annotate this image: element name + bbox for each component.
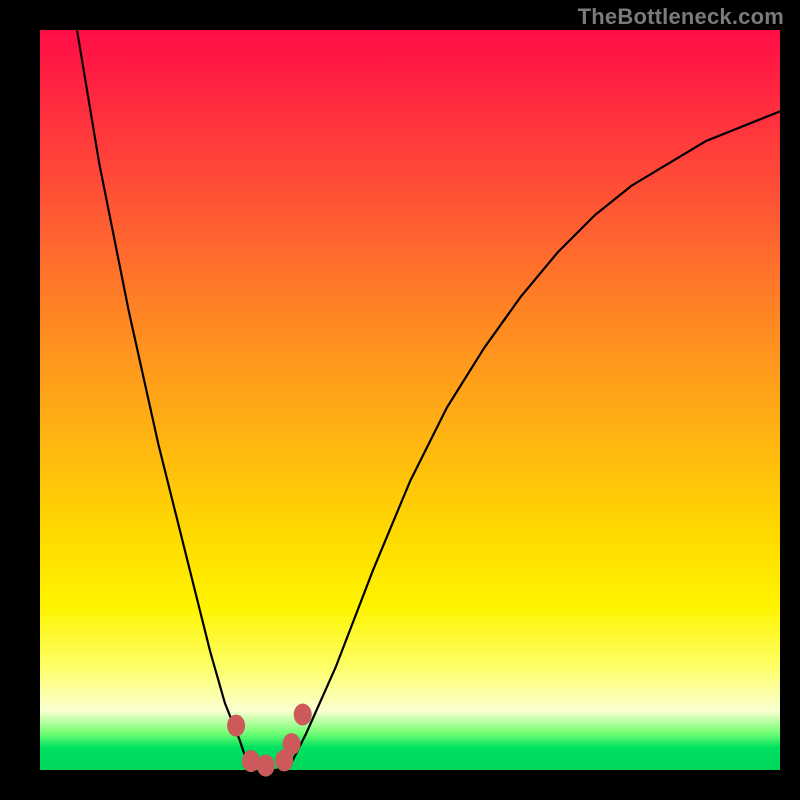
- curve-layer: [40, 30, 780, 770]
- plot-area: [40, 30, 780, 770]
- bottleneck-curve: [77, 30, 780, 770]
- trough-marker: [227, 715, 245, 737]
- chart-frame: TheBottleneck.com: [0, 0, 800, 800]
- trough-marker: [283, 733, 301, 755]
- trough-marker: [294, 704, 312, 726]
- watermark-text: TheBottleneck.com: [578, 4, 784, 30]
- trough-marker: [257, 755, 275, 777]
